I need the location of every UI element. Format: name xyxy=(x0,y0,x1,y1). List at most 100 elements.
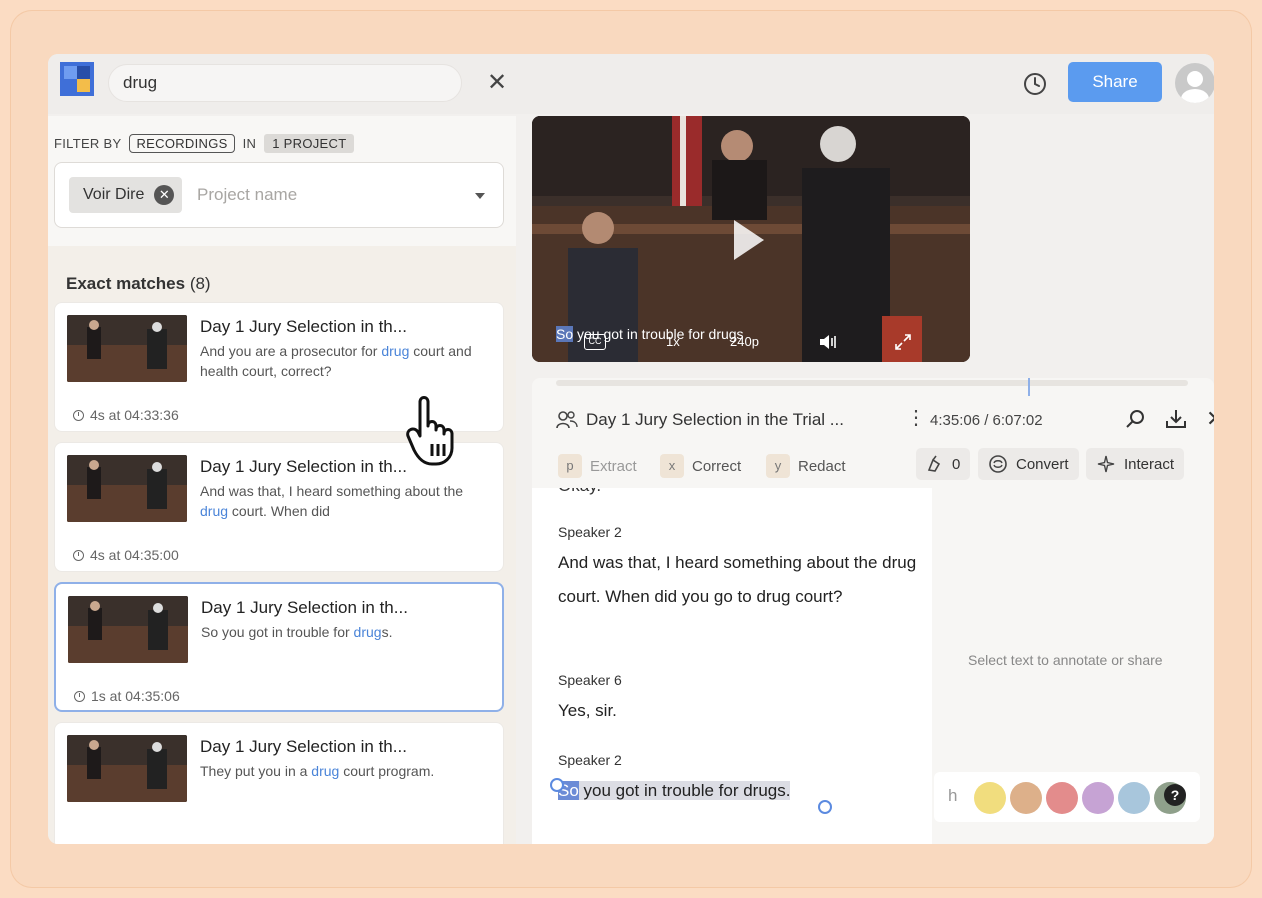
project-tag: Voir Dire ✕ xyxy=(69,177,183,213)
search-icon[interactable] xyxy=(1124,408,1146,430)
transcript-title: Day 1 Jury Selection in the Trial ... xyxy=(586,410,844,429)
highlighter-icon xyxy=(927,455,941,472)
result-snippet: They put you in a drug court program. xyxy=(200,763,435,779)
result-snippet: So you got in trouble for drugs. xyxy=(201,624,393,640)
help-icon[interactable]: ? xyxy=(1164,784,1186,806)
search-results-panel: FILTER BY RECORDINGS IN 1 PROJECT Voir D… xyxy=(48,116,516,844)
convert-icon xyxy=(989,455,1007,473)
result-thumbnail xyxy=(67,315,187,382)
result-timestamp: 4s at 04:33:36 xyxy=(73,407,179,423)
top-bar: ✕ Share xyxy=(48,54,1214,114)
result-thumbnail xyxy=(68,596,188,663)
convert-label: Convert xyxy=(1016,455,1069,473)
fullscreen-icon[interactable] xyxy=(894,333,912,351)
utterance-text[interactable]: And was that, I heard something about th… xyxy=(558,546,918,614)
more-options-icon[interactable]: ⋮ xyxy=(906,408,926,428)
extract-label: Extract xyxy=(590,457,637,475)
result-thumbnail xyxy=(67,735,187,802)
highlight-palette: h ? xyxy=(934,772,1200,822)
playback-time: 4:35:06 / 6:07:02 xyxy=(930,412,1043,429)
speaker-label: Speaker 2 xyxy=(558,752,622,768)
project-tag-label: Voir Dire xyxy=(83,186,145,203)
speed-control[interactable]: 1x xyxy=(666,334,680,349)
annotation-count-button[interactable]: 0 xyxy=(916,448,971,480)
transcript-panel: Day 1 Jury Selection in the Trial ... ⋮ … xyxy=(532,378,1214,844)
interact-button[interactable]: Interact xyxy=(1086,448,1185,480)
utterance-text[interactable]: Yes, sir. xyxy=(558,694,918,728)
correct-shortcut: x xyxy=(660,454,684,478)
color-swatch-tan[interactable] xyxy=(1010,782,1042,814)
avatar-silhouette-icon xyxy=(1181,71,1209,103)
redact-tool[interactable]: y Redact xyxy=(766,454,846,478)
redact-label: Redact xyxy=(798,457,846,475)
exact-matches-heading: Exact matches (8) xyxy=(66,274,211,293)
convert-button[interactable]: Convert xyxy=(978,448,1079,480)
result-card-active[interactable]: Day 1 Jury Selection in th... So you got… xyxy=(54,582,504,712)
annotation-sidebar: Select text to annotate or share h ? xyxy=(934,488,1214,844)
recordings-chip[interactable]: RECORDINGS xyxy=(129,134,235,153)
in-label: IN xyxy=(242,136,257,151)
extract-shortcut: p xyxy=(558,454,582,478)
result-title: Day 1 Jury Selection in th... xyxy=(200,737,407,756)
color-swatch-red[interactable] xyxy=(1046,782,1078,814)
result-timestamp: 1s at 04:35:06 xyxy=(74,688,180,704)
speakers-icon xyxy=(556,411,578,429)
palette-label: h xyxy=(948,786,958,805)
result-card[interactable]: Day 1 Jury Selection in th... They put y… xyxy=(54,722,504,844)
timer-icon xyxy=(74,690,85,702)
transcript-header: Day 1 Jury Selection in the Trial ... ⋮ … xyxy=(532,398,1214,442)
timer-icon xyxy=(73,409,84,421)
result-title: Day 1 Jury Selection in th... xyxy=(200,457,407,476)
user-avatar[interactable] xyxy=(1175,63,1214,103)
history-clock-icon[interactable] xyxy=(1022,71,1048,97)
app-logo-icon[interactable] xyxy=(60,62,94,96)
selection-start-handle[interactable] xyxy=(550,778,564,792)
volume-icon[interactable] xyxy=(818,333,838,351)
selected-utterance[interactable]: So you got in trouble for drugs. xyxy=(558,774,918,808)
speaker-label: Speaker 2 xyxy=(558,524,622,540)
clear-search-icon[interactable]: ✕ xyxy=(484,70,510,96)
quality-control[interactable]: 240p xyxy=(730,334,759,349)
result-title: Day 1 Jury Selection in th... xyxy=(200,317,407,336)
correct-tool[interactable]: x Correct xyxy=(660,454,741,478)
close-icon[interactable]: ✕ xyxy=(1206,406,1214,432)
download-icon[interactable] xyxy=(1164,408,1188,430)
timer-icon xyxy=(73,549,84,561)
project-select[interactable]: Voir Dire ✕ Project name xyxy=(54,162,504,228)
sparkle-icon xyxy=(1097,455,1115,473)
project-count-chip[interactable]: 1 PROJECT xyxy=(264,134,355,153)
annotate-hint: Select text to annotate or share xyxy=(968,652,1163,668)
speaker-label: Speaker 6 xyxy=(558,672,622,688)
filter-row: FILTER BY RECORDINGS IN 1 PROJECT xyxy=(54,134,355,153)
cut-utterance: Okay. xyxy=(558,488,601,496)
result-timestamp: 4s at 04:35:00 xyxy=(73,547,179,563)
filter-by-label: FILTER BY xyxy=(54,136,122,151)
redact-shortcut: y xyxy=(766,454,790,478)
selection-end-handle[interactable] xyxy=(818,800,832,814)
extract-tool[interactable]: p Extract xyxy=(558,454,637,478)
color-swatch-yellow[interactable] xyxy=(974,782,1006,814)
color-swatch-blue[interactable] xyxy=(1118,782,1150,814)
playhead-marker xyxy=(1028,378,1030,396)
chevron-down-icon[interactable] xyxy=(475,193,485,199)
cc-icon[interactable]: CC xyxy=(584,334,606,350)
panel-scrubber[interactable] xyxy=(556,380,1188,386)
hand-cursor-icon xyxy=(406,396,454,466)
correct-label: Correct xyxy=(692,457,742,475)
app-window: ✕ Share FILTER BY RECORDINGS IN 1 PROJEC… xyxy=(48,54,1214,844)
transcript-toolbar: p Extract x Correct y Redact 0 Convert Inte… xyxy=(532,448,1214,488)
remove-tag-icon[interactable]: ✕ xyxy=(154,185,175,205)
result-snippet: And you are a prosecutor for drug court … xyxy=(200,343,472,379)
share-button[interactable]: Share xyxy=(1068,62,1162,102)
project-name-placeholder[interactable]: Project name xyxy=(197,185,297,205)
search-input[interactable] xyxy=(108,64,462,102)
interact-label: Interact xyxy=(1124,455,1175,473)
color-swatch-purple[interactable] xyxy=(1082,782,1114,814)
video-player[interactable]: So you got in trouble for drugs CC 1x 24… xyxy=(532,116,970,362)
result-snippet: And was that, I heard something about th… xyxy=(200,483,464,519)
transcript-body[interactable]: Okay. Speaker 2 And was that, I heard so… xyxy=(532,488,932,844)
annotation-count: 0 xyxy=(952,455,961,473)
result-title: Day 1 Jury Selection in th... xyxy=(201,598,408,617)
result-thumbnail xyxy=(67,455,187,522)
filter-section: FILTER BY RECORDINGS IN 1 PROJECT Voir D… xyxy=(48,116,516,246)
